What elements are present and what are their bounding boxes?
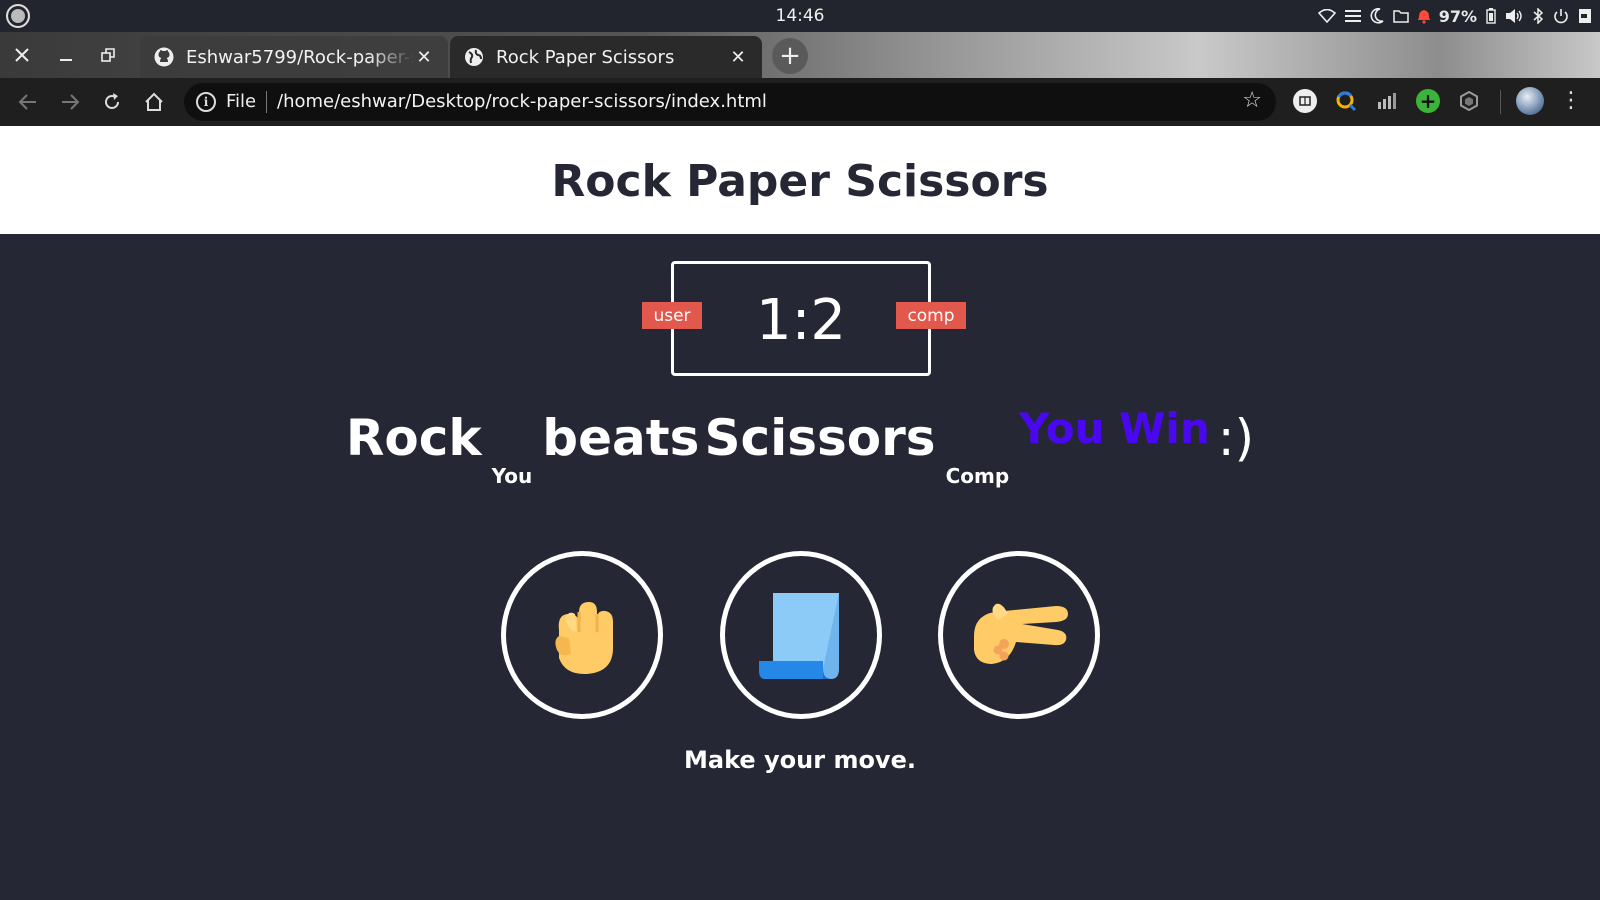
user-badge: user: [642, 302, 702, 329]
result-message: Rock You beats Scissors Comp You Win:): [0, 404, 1600, 488]
back-icon[interactable]: [14, 88, 42, 116]
battery-icon[interactable]: [1486, 8, 1496, 24]
scroll-icon: [759, 593, 839, 679]
power-icon[interactable]: [1553, 8, 1569, 24]
bell-icon[interactable]: [1417, 9, 1430, 24]
home-icon[interactable]: [140, 88, 168, 116]
smiley-text: :): [1217, 409, 1255, 467]
scissors-choice-button[interactable]: [938, 551, 1100, 719]
forward-icon[interactable]: [56, 88, 84, 116]
info-icon[interactable]: i: [196, 92, 216, 112]
user-choice-text: Rock: [345, 409, 482, 467]
scoreboard: 1:2 user comp: [642, 261, 966, 376]
address-bar[interactable]: i File /home/eshwar/Desktop/rock-paper-s…: [184, 83, 1276, 121]
bluetooth-icon[interactable]: [1532, 8, 1544, 24]
github-icon: [154, 47, 174, 67]
tab-title: Eshwar5799/Rock-paper-scissors: [186, 46, 414, 68]
system-top-bar: 14:46 97%: [0, 0, 1600, 32]
move-prompt: Make your move.: [684, 746, 916, 774]
folder-icon[interactable]: [1392, 9, 1409, 23]
tab-github-repo[interactable]: Eshwar5799/Rock-paper-scissors ✕: [140, 36, 448, 78]
user-tag: You: [491, 464, 533, 488]
extension-1-icon[interactable]: [1293, 89, 1317, 113]
profile-avatar[interactable]: [1516, 87, 1544, 115]
page-title: Rock Paper Scissors: [551, 156, 1049, 207]
extension-3-icon[interactable]: [1375, 89, 1399, 113]
close-tab-icon[interactable]: ✕: [414, 47, 434, 68]
result-verb: beats: [542, 409, 700, 467]
bookmark-star-icon[interactable]: ☆: [1242, 88, 1262, 113]
comp-badge: comp: [896, 302, 966, 329]
extension-5-icon[interactable]: [1457, 89, 1481, 113]
toolbar-separator: [1500, 90, 1501, 114]
wifi-icon[interactable]: [1317, 9, 1336, 23]
extension-4-icon[interactable]: +: [1416, 89, 1440, 113]
scheme-label[interactable]: File: [226, 91, 256, 112]
score-display: 1:2: [755, 288, 847, 353]
browser-tab-strip: Eshwar5799/Rock-paper-scissors ✕ Rock Pa…: [0, 32, 1600, 78]
restore-window-icon[interactable]: [93, 40, 123, 70]
rock-choice-button[interactable]: [501, 551, 663, 719]
reload-icon[interactable]: [98, 88, 126, 116]
paper-choice-button[interactable]: [720, 551, 882, 719]
address-separator: [266, 91, 267, 113]
menu-icon[interactable]: [1344, 9, 1361, 23]
fist-icon: [555, 602, 613, 675]
tab-title: Rock Paper Scissors: [496, 46, 675, 68]
minimize-window-icon[interactable]: [51, 40, 81, 70]
comp-choice-text: Scissors: [704, 409, 936, 467]
browser-menu-icon[interactable]: ⋮: [1560, 88, 1582, 116]
globe-icon: [464, 47, 484, 67]
outcome-text: You Win: [1019, 404, 1210, 453]
sidebar-toggle-icon[interactable]: [1578, 8, 1592, 24]
victory-hand-icon: [974, 603, 1068, 664]
browser-toolbar: i File /home/eshwar/Desktop/rock-paper-s…: [0, 78, 1600, 126]
new-tab-button[interactable]: +: [772, 38, 808, 74]
tab-rock-paper-scissors[interactable]: Rock Paper Scissors ✕: [450, 36, 762, 78]
extension-2-icon[interactable]: [1334, 89, 1358, 113]
page-header: Rock Paper Scissors: [0, 126, 1600, 234]
battery-percentage: 97%: [1438, 6, 1477, 26]
moon-icon[interactable]: [1370, 8, 1384, 24]
close-window-icon[interactable]: [7, 40, 37, 70]
close-tab-icon[interactable]: ✕: [728, 47, 748, 68]
system-tray: 97%: [1317, 5, 1592, 27]
comp-tag: Comp: [945, 464, 1010, 488]
url-text[interactable]: /home/eshwar/Desktop/rock-paper-scissors…: [277, 91, 767, 112]
system-menu-icon[interactable]: [6, 4, 30, 28]
volume-icon[interactable]: [1505, 9, 1523, 23]
